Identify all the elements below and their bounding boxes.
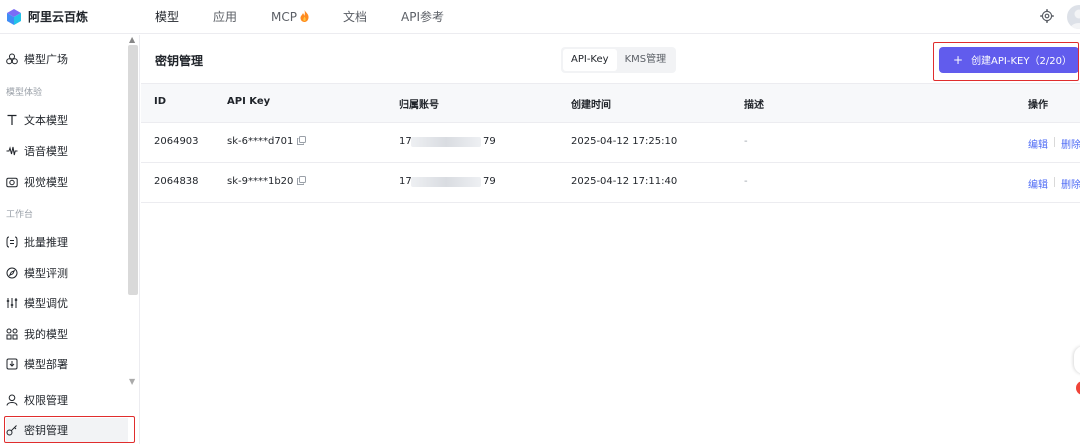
apps-icon <box>6 328 18 340</box>
api-key-text: sk-9****1b20 <box>227 176 294 187</box>
segment-kms[interactable]: KMS管理 <box>617 49 675 71</box>
sidebar-item-permissions[interactable]: 权限管理 <box>6 388 68 412</box>
table-row: 2064903 sk-6****d701 17 79 2025-04-12 17… <box>141 123 1080 163</box>
sidebar-group-model-experience: 模型体验 <box>6 88 43 98</box>
sidebar-scroll-thumb[interactable] <box>128 45 138 295</box>
sidebar-item-text-model[interactable]: 文本模型 <box>6 108 68 132</box>
nav-docs[interactable]: 文档 <box>343 0 367 34</box>
action-divider <box>1054 137 1055 147</box>
delete-link[interactable]: 删除 <box>1061 136 1080 151</box>
deploy-icon <box>6 358 18 370</box>
redacted-mask <box>411 137 481 147</box>
col-api-key: API Key <box>227 96 271 107</box>
nav-mcp-label: MCP <box>271 10 297 24</box>
cell-created: 2025-04-12 17:25:10 <box>571 136 678 147</box>
scroll-down-icon[interactable]: ▼ <box>129 377 135 386</box>
cell-account-suffix: 79 <box>483 176 496 187</box>
col-description: 描述 <box>744 100 764 111</box>
batch-icon <box>6 236 18 248</box>
cell-account-prefix: 17 <box>399 136 412 147</box>
delete-link[interactable]: 删除 <box>1061 176 1080 191</box>
copy-icon[interactable] <box>297 176 307 185</box>
cell-api-key: sk-9****1b20 <box>227 176 307 187</box>
sidebar-item-label: 密钥管理 <box>24 424 68 437</box>
segment-api-key[interactable]: API-Key <box>563 49 617 71</box>
cell-api-key: sk-6****d701 <box>227 136 307 147</box>
col-id: ID <box>154 96 167 107</box>
nav-app[interactable]: 应用 <box>213 0 237 34</box>
logo-icon <box>7 9 21 25</box>
sidebar-item-label: 视觉模型 <box>24 176 68 189</box>
cell-account-prefix: 17 <box>399 176 412 187</box>
table-header: ID API Key 归属账号 创建时间 描述 操作 <box>141 83 1080 123</box>
sidebar-item-model-square[interactable]: 模型广场 <box>6 47 68 71</box>
avatar[interactable] <box>1067 5 1080 29</box>
compass-icon <box>6 267 18 279</box>
top-nav: 模型 应用 MCP 文档 API参考 <box>155 0 478 34</box>
sidebar-item-vision-model[interactable]: 视觉模型 <box>6 170 68 194</box>
scroll-up-icon[interactable]: ▲ <box>129 35 135 44</box>
gear-icon[interactable] <box>1040 9 1054 23</box>
sidebar-item-model-evaluation[interactable]: 模型评测 <box>6 261 68 285</box>
edit-link[interactable]: 编辑 <box>1028 176 1048 191</box>
page-title: 密钥管理 <box>155 54 204 68</box>
cell-description: - <box>744 136 748 147</box>
app-name: 阿里云百炼 <box>28 10 89 24</box>
plus-icon: + <box>953 53 964 67</box>
sidebar-item-model-deploy[interactable]: 模型部署 <box>6 352 68 376</box>
cell-account-suffix: 79 <box>483 136 496 147</box>
fire-icon <box>300 10 309 22</box>
waveform-icon <box>6 146 18 156</box>
sidebar-item-label: 模型广场 <box>24 53 68 66</box>
sidebar-item-model-tuning[interactable]: 模型调优 <box>6 291 68 315</box>
cell-id: 2064903 <box>154 136 199 147</box>
sliders-icon <box>6 298 18 308</box>
col-account: 归属账号 <box>399 100 439 111</box>
camera-icon <box>6 177 18 188</box>
sidebar-item-voice-model[interactable]: 语音模型 <box>6 139 68 163</box>
nav-mcp[interactable]: MCP <box>271 0 309 34</box>
user-icon <box>1070 9 1080 29</box>
edit-link[interactable]: 编辑 <box>1028 136 1048 151</box>
sidebar: 模型广场 模型体验 文本模型 语音模型 视觉模型 工作台 批量推理 模型评测 模… <box>0 35 140 444</box>
sidebar-item-my-models[interactable]: 我的模型 <box>6 322 68 346</box>
sidebar-group-workbench: 工作台 <box>6 210 34 220</box>
sidebar-item-label: 模型部署 <box>24 358 68 371</box>
main-content: 密钥管理 API-Key KMS管理 + 创建API-KEY（2/20） ID A… <box>141 35 1080 444</box>
sidebar-item-label: 模型评测 <box>24 267 68 280</box>
nav-api-ref[interactable]: API参考 <box>401 0 444 34</box>
sidebar-item-key-management[interactable]: 密钥管理 <box>6 418 128 442</box>
sidebar-item-label: 权限管理 <box>24 394 68 407</box>
nav-model[interactable]: 模型 <box>155 0 179 34</box>
api-key-text: sk-6****d701 <box>227 136 294 147</box>
cell-id: 2064838 <box>154 176 199 187</box>
action-divider <box>1054 177 1055 187</box>
sidebar-item-label: 我的模型 <box>24 328 68 341</box>
sidebar-item-label: 模型调优 <box>24 297 68 310</box>
sidebar-item-label: 语音模型 <box>24 145 68 158</box>
key-icon <box>6 425 17 436</box>
cell-description: - <box>744 176 748 187</box>
create-api-key-button[interactable]: + 创建API-KEY（2/20） <box>939 47 1079 73</box>
view-segmented-control: API-Key KMS管理 <box>561 47 677 73</box>
top-bar: 阿里云百炼 模型 应用 MCP 文档 API参考 <box>0 0 1080 34</box>
model-square-icon <box>6 53 18 65</box>
floating-helper-tab[interactable] <box>1074 346 1080 374</box>
copy-icon[interactable] <box>297 136 307 145</box>
user-icon <box>6 394 18 406</box>
cell-created: 2025-04-12 17:11:40 <box>571 176 678 187</box>
sidebar-item-label: 文本模型 <box>24 114 68 127</box>
app-logo[interactable]: 阿里云百炼 <box>6 7 88 27</box>
create-api-key-label: 创建API-KEY（2/20） <box>971 56 1072 67</box>
redacted-mask <box>411 177 481 187</box>
sidebar-item-label: 批量推理 <box>24 236 68 249</box>
text-icon <box>7 114 17 125</box>
col-actions: 操作 <box>1028 100 1048 111</box>
sidebar-item-batch-inference[interactable]: 批量推理 <box>6 230 68 254</box>
col-created: 创建时间 <box>571 100 611 111</box>
table-row: 2064838 sk-9****1b20 17 79 2025-04-12 17… <box>141 163 1080 203</box>
